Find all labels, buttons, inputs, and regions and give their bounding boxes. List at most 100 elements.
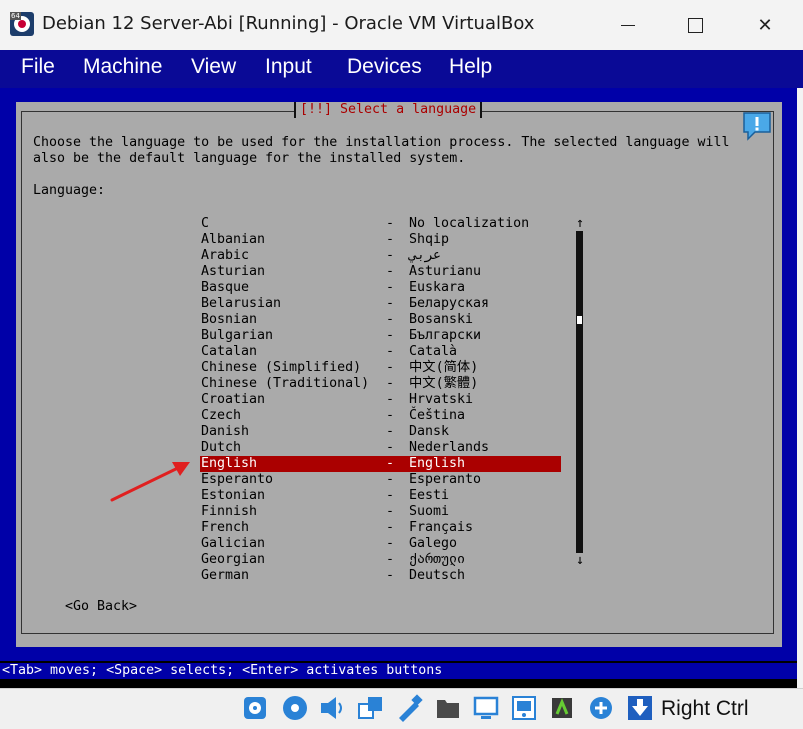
audio-icon[interactable] — [318, 694, 346, 722]
display-icon[interactable] — [472, 694, 500, 722]
language-row[interactable]: Asturian - Asturianu — [200, 264, 561, 280]
separator: - — [386, 328, 395, 343]
language-native: Euskara — [409, 280, 466, 295]
menu-view[interactable]: View — [191, 55, 236, 79]
language-row[interactable]: German - Deutsch — [200, 568, 561, 584]
language-row[interactable]: Galician - Galego — [200, 536, 561, 552]
language-native: No localization — [409, 216, 530, 231]
shared-folders-icon[interactable] — [434, 694, 462, 722]
language-dialog: [!!] Select a language Choose the langua… — [16, 102, 782, 647]
language-row[interactable]: Georgian - ქართული — [200, 552, 561, 568]
hard-disk-icon[interactable] — [241, 694, 269, 722]
virtualbox-vm-icon: 64 — [10, 12, 34, 36]
separator: - — [386, 232, 395, 247]
language-list-scrollbar[interactable]: ↑ ↓ — [575, 216, 585, 568]
cpu-icon[interactable] — [548, 694, 576, 722]
separator: - — [386, 472, 395, 487]
separator: - — [386, 392, 395, 407]
language-row[interactable]: Dutch - Nederlands — [200, 440, 561, 456]
language-native: ქართული — [409, 552, 466, 567]
language-name: Czech — [201, 408, 242, 423]
language-name: Croatian — [201, 392, 266, 407]
language-row[interactable]: Albanian - Shqip — [200, 232, 561, 248]
menu-bar: File Machine View Input Devices Help — [0, 50, 803, 88]
language-native: Suomi — [409, 504, 450, 519]
minimize-button[interactable] — [605, 0, 651, 50]
language-native: Dansk — [409, 424, 450, 439]
language-native: Esperanto — [409, 472, 482, 487]
language-name: English — [201, 456, 258, 471]
separator: - — [386, 488, 395, 503]
language-row[interactable]: Bosnian - Bosanski — [200, 312, 561, 328]
separator: - — [386, 424, 395, 439]
go-back-button[interactable]: <Go Back> — [65, 599, 137, 615]
language-row[interactable]: C - No localization — [200, 216, 561, 232]
window-right-edge — [797, 88, 803, 688]
language-row[interactable]: Finnish - Suomi — [200, 504, 561, 520]
language-row[interactable]: Estonian - Eesti — [200, 488, 561, 504]
language-native: 中文(简体) — [409, 360, 479, 375]
host-key-arrow-icon[interactable] — [626, 694, 654, 722]
vm-status-bar: Right Ctrl — [0, 688, 803, 729]
maximize-button[interactable] — [672, 0, 718, 50]
language-name: German — [201, 568, 250, 583]
language-name: C — [201, 216, 210, 231]
language-name: Belarusian — [201, 296, 282, 311]
language-row[interactable]: Esperanto - Esperanto — [200, 472, 561, 488]
language-row[interactable]: Danish - Dansk — [200, 424, 561, 440]
menu-help[interactable]: Help — [449, 55, 492, 79]
menu-machine[interactable]: Machine — [83, 55, 162, 79]
language-row[interactable]: Arabic - عربي — [200, 248, 561, 264]
separator: - — [386, 264, 395, 279]
menu-devices[interactable]: Devices — [347, 55, 422, 79]
language-row[interactable]: Bulgarian - Български — [200, 328, 561, 344]
language-row[interactable]: Belarusian - Беларуская — [200, 296, 561, 312]
language-row[interactable]: Chinese (Simplified) - 中文(简体) — [200, 360, 561, 376]
language-native: Català — [409, 344, 458, 359]
network-icon[interactable] — [357, 694, 385, 722]
language-label: Language: — [33, 183, 106, 198]
language-native: Беларуская — [409, 296, 490, 311]
keyboard-help-bar: <Tab> moves; <Space> selects; <Enter> ac… — [0, 663, 803, 679]
language-row-selected[interactable]: English - English — [200, 456, 561, 472]
language-native: Deutsch — [409, 568, 466, 583]
language-native: Français — [409, 520, 474, 535]
scroll-up-arrow-icon[interactable]: ↑ — [575, 216, 585, 232]
language-row[interactable]: Chinese (Traditional) - 中文(繁體) — [200, 376, 561, 392]
language-row[interactable]: French - Français — [200, 520, 561, 536]
language-name: Estonian — [201, 488, 266, 503]
annotation-arrow-icon — [110, 462, 190, 502]
language-native: عربي — [409, 248, 442, 263]
video-capture-icon[interactable] — [510, 694, 538, 722]
language-list[interactable]: C - No localization Albanian - Shqip Arabic -… — [200, 216, 561, 584]
language-row[interactable]: Catalan - Català — [200, 344, 561, 360]
close-button[interactable]: ✕ — [742, 0, 788, 50]
separator: - — [386, 344, 395, 359]
installer-background: [!!] Select a language Choose the langua… — [0, 88, 797, 661]
language-name: Georgian — [201, 552, 266, 567]
dialog-title: [!!] Select a language — [294, 102, 483, 118]
language-native: Hrvatski — [409, 392, 474, 407]
menu-input[interactable]: Input — [265, 55, 312, 79]
scroll-track[interactable] — [576, 231, 583, 553]
separator: - — [386, 296, 395, 311]
separator: - — [386, 536, 395, 551]
vm-display[interactable]: [!!] Select a language Choose the langua… — [0, 88, 803, 688]
guest-additions-icon[interactable] — [587, 694, 615, 722]
usb-icon[interactable] — [395, 694, 423, 722]
language-row[interactable]: Czech - Čeština — [200, 408, 561, 424]
language-native: English — [409, 456, 466, 471]
speech-synthesis-icon[interactable] — [741, 110, 773, 142]
scroll-down-arrow-icon[interactable]: ↓ — [575, 553, 585, 569]
separator: - — [386, 440, 395, 455]
keyboard-help-text: <Tab> moves; <Space> selects; <Enter> ac… — [2, 663, 443, 678]
separator: - — [386, 456, 395, 471]
language-name: Danish — [201, 424, 250, 439]
scroll-thumb[interactable] — [577, 316, 582, 324]
language-row[interactable]: Croatian - Hrvatski — [200, 392, 561, 408]
menu-file[interactable]: File — [21, 55, 55, 79]
language-name: Dutch — [201, 440, 242, 455]
host-key-label: Right Ctrl — [661, 697, 749, 720]
language-row[interactable]: Basque - Euskara — [200, 280, 561, 296]
optical-disk-icon[interactable] — [281, 694, 309, 722]
